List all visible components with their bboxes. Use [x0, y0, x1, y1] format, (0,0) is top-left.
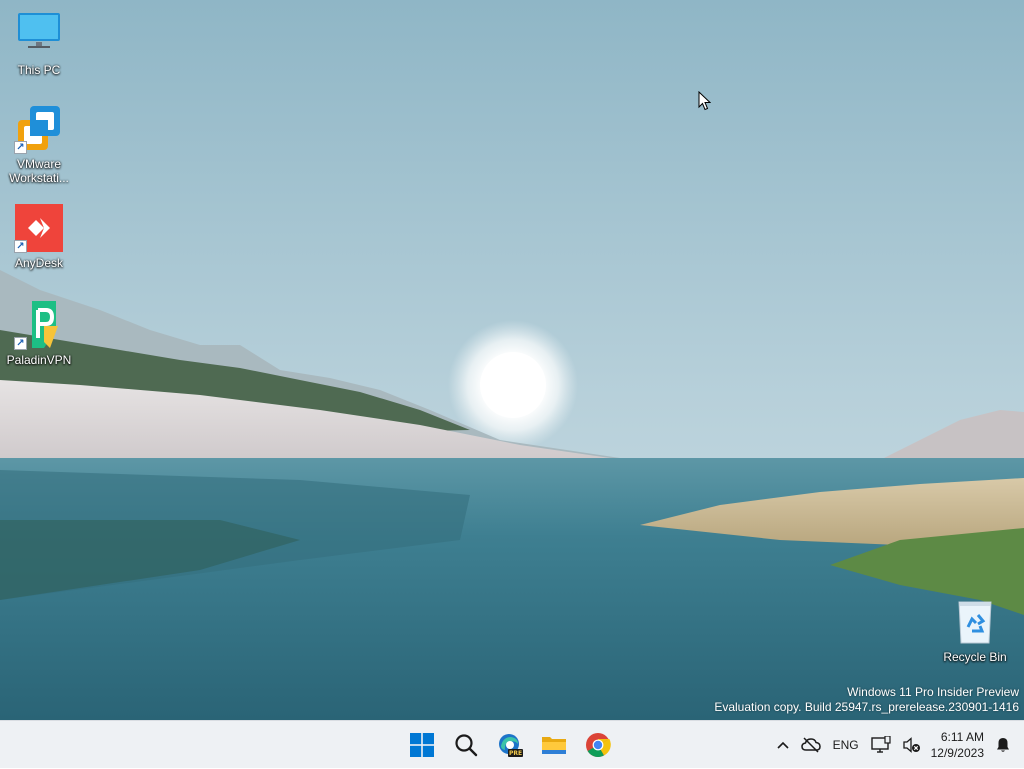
volume-button[interactable]	[897, 725, 927, 765]
search-button[interactable]	[446, 725, 486, 765]
desktop-icon-label: Recycle Bin	[943, 650, 1007, 664]
onedrive-offline-icon	[800, 737, 821, 753]
show-hidden-icons-button[interactable]	[771, 725, 795, 765]
watermark-line-2: Evaluation copy. Build 25947.rs_prerelea…	[714, 700, 1019, 714]
taskbar: PRE ENG 6:11 AM 12/9/2023	[0, 720, 1024, 768]
this-pc-icon	[14, 10, 64, 60]
desktop-icon-label: AnyDesk	[14, 256, 64, 270]
notifications-button[interactable]	[988, 725, 1024, 765]
edge-pre-badge: PRE	[509, 750, 522, 757]
bell-icon	[997, 738, 1009, 752]
search-icon	[455, 734, 478, 757]
start-button[interactable]	[402, 725, 442, 765]
desktop-icon-label: This PC	[17, 63, 61, 77]
shortcut-arrow-icon: ↗	[14, 240, 27, 253]
clock-button[interactable]: 6:11 AM 12/9/2023	[927, 725, 988, 765]
vmware-icon: ↗	[14, 104, 64, 154]
mouse-cursor-icon	[698, 90, 712, 111]
network-button[interactable]	[865, 725, 897, 765]
recycle-bin-icon	[950, 597, 1000, 647]
chrome-button[interactable]	[578, 725, 618, 765]
shortcut-arrow-icon: ↗	[14, 141, 27, 154]
file-explorer-icon	[542, 737, 566, 754]
desktop-icon-this-pc[interactable]: This PC	[1, 10, 77, 77]
chevron-up-icon	[777, 741, 789, 749]
edge-preview-icon: PRE	[499, 734, 523, 757]
chrome-icon	[586, 733, 611, 758]
taskbar-apps: PRE	[402, 721, 618, 769]
evaluation-watermark: Windows 11 Pro Insider Preview Evaluatio…	[714, 685, 1019, 715]
system-tray: ENG 6:11 AM 12/9/2023	[771, 721, 1024, 769]
desktop-icon-vmware[interactable]: ↗ VMware Workstati...	[1, 104, 77, 185]
clock-time: 6:11 AM	[940, 730, 984, 744]
windows-start-icon	[410, 733, 434, 757]
edge-preview-button[interactable]: PRE	[490, 725, 530, 765]
paladinvpn-icon: ↗	[14, 300, 64, 350]
desktop-icon-paladinvpn[interactable]: ↗ PaladinVPN	[1, 300, 77, 367]
volume-muted-icon	[902, 737, 920, 753]
desktop-wallpaper	[0, 0, 1024, 720]
file-explorer-button[interactable]	[534, 725, 574, 765]
clock-date: 12/9/2023	[930, 746, 984, 760]
desktop-icon-label: PaladinVPN	[6, 353, 72, 367]
desktop-icon-label: VMware Workstati...	[9, 157, 69, 185]
desktop-icon-recycle-bin[interactable]: Recycle Bin	[937, 597, 1013, 664]
anydesk-icon: ↗	[14, 203, 64, 253]
language-indicator[interactable]: ENG	[827, 725, 865, 765]
watermark-line-1: Windows 11 Pro Insider Preview	[847, 685, 1019, 699]
shortcut-arrow-icon: ↗	[14, 337, 27, 350]
network-icon	[870, 736, 891, 753]
desktop-icon-anydesk[interactable]: ↗ AnyDesk	[1, 203, 77, 270]
onedrive-button[interactable]	[795, 725, 827, 765]
